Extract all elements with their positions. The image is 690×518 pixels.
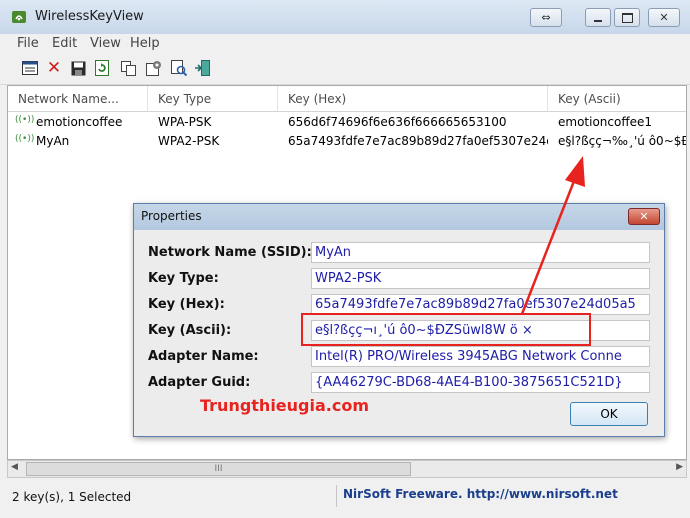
menu-help[interactable]: Help [130, 36, 160, 51]
column-key-hex[interactable]: Key (Hex) [278, 86, 548, 112]
nirsoft-link[interactable]: NirSoft Freeware. http://www.nirsoft.net [343, 487, 618, 501]
toolbar: ✕ [0, 54, 690, 85]
close-icon: ✕ [659, 11, 669, 24]
cell-network-name: MyAn [36, 134, 70, 148]
label-key-type: Key Type: [148, 271, 219, 286]
copy-icon[interactable] [120, 59, 138, 77]
field-adapter-name[interactable]: Intel(R) PRO/Wireless 3945ABG Network Co… [311, 346, 650, 367]
table-row[interactable]: ((•)) MyAn WPA2-PSK 65a7493fdfe7e7ac89b8… [8, 132, 687, 151]
menu-edit[interactable]: Edit [52, 36, 77, 51]
menu-bar: File Edit View Help [0, 34, 690, 54]
column-key-type[interactable]: Key Type [148, 86, 278, 112]
field-network-name[interactable]: MyAn [311, 242, 650, 263]
column-key-ascii[interactable]: Key (Ascii) [548, 86, 686, 112]
label-adapter-guid: Adapter Guid: [148, 375, 251, 390]
cell-key-ascii: e§l?ßçç¬‰¸'ú ô0~$ĐZ [558, 134, 687, 148]
cell-key-type: WPA-PSK [158, 115, 212, 129]
close-icon: ✕ [639, 210, 649, 223]
ok-button[interactable]: OK [570, 402, 648, 426]
app-window: WirelessKeyView ⇔ ✕ File Edit View Help … [0, 0, 690, 518]
label-key-ascii: Key (Ascii): [148, 323, 232, 338]
status-key-count: 2 key(s), 1 Selected [12, 490, 132, 504]
delete-icon[interactable]: ✕ [45, 58, 63, 78]
label-network-name: Network Name (SSID): [148, 245, 312, 260]
table-row[interactable]: ((•)) emotioncoffee WPA-PSK 656d6f74696f… [8, 113, 686, 132]
properties-icon[interactable] [21, 59, 39, 77]
cell-key-ascii: emotioncoffee1 [558, 115, 653, 129]
horizontal-scrollbar[interactable]: ◀ III ▶ [7, 460, 687, 478]
refresh-icon[interactable] [93, 59, 111, 77]
find-icon[interactable] [170, 59, 188, 77]
scroll-left-arrow-icon[interactable]: ◀ [11, 462, 18, 472]
maximize-button[interactable] [614, 8, 640, 27]
highlight-box [301, 313, 591, 346]
cell-network-name: emotioncoffee [36, 115, 123, 129]
maximize-icon [621, 12, 633, 23]
close-button[interactable]: ✕ [648, 8, 680, 27]
menu-file[interactable]: File [17, 36, 39, 51]
cell-key-hex: 65a7493fdfe7e7ac89b89d27fa0ef5307e24d0..… [288, 134, 548, 148]
title-bar[interactable]: WirelessKeyView ⇔ ✕ [0, 0, 690, 34]
watermark-text: Trungthieugia.com [200, 396, 370, 415]
switch-window-button[interactable]: ⇔ [530, 8, 562, 27]
scroll-right-arrow-icon[interactable]: ▶ [676, 462, 683, 472]
minimize-icon [594, 19, 602, 22]
column-network-name[interactable]: Network Name... [8, 86, 148, 112]
field-key-hex[interactable]: 65a7493fdfe7e7ac89b89d27fa0ef5307e24d05a… [311, 294, 650, 315]
scroll-grip: III [214, 464, 223, 474]
dialog-title: Properties [141, 209, 202, 223]
save-icon[interactable] [69, 59, 87, 77]
advanced-options-icon[interactable] [145, 59, 163, 77]
status-bar: 2 key(s), 1 Selected NirSoft Freeware. h… [0, 480, 690, 518]
cell-key-hex: 656d6f74696f6e636f666665653100 [288, 115, 507, 129]
minimize-button[interactable] [585, 8, 611, 27]
menu-view[interactable]: View [90, 36, 121, 51]
field-key-type[interactable]: WPA2-PSK [311, 268, 650, 289]
arrows-icon: ⇔ [541, 11, 551, 24]
dialog-title-bar[interactable]: Properties ✕ [134, 204, 664, 230]
scroll-thumb[interactable]: III [26, 462, 411, 476]
field-adapter-guid[interactable]: {AA46279C-BD68-4AE4-B100-3875651C521D} [311, 372, 650, 393]
window-title: WirelessKeyView [35, 9, 144, 24]
exit-icon[interactable] [194, 59, 212, 77]
status-divider [336, 485, 337, 507]
label-key-hex: Key (Hex): [148, 297, 225, 312]
cell-key-type: WPA2-PSK [158, 134, 220, 148]
dialog-close-button[interactable]: ✕ [628, 208, 660, 225]
label-adapter-name: Adapter Name: [148, 349, 259, 364]
wireless-app-icon [11, 9, 27, 25]
